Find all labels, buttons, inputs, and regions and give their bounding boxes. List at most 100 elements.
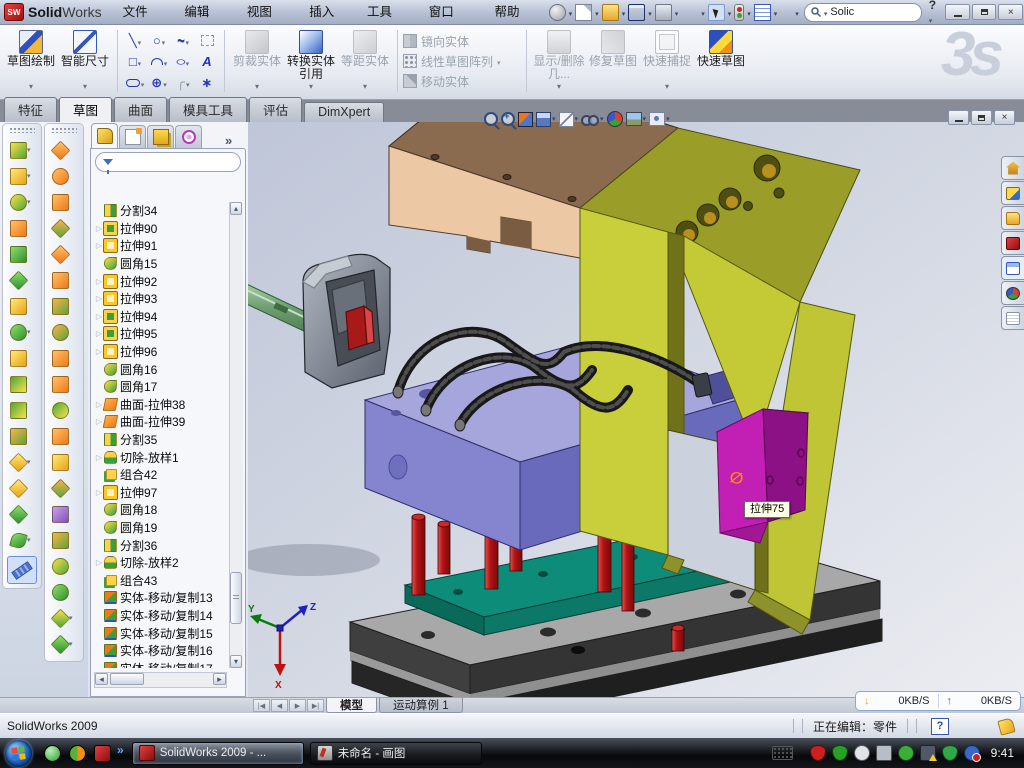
menu-item[interactable]: 插入(I) <box>298 0 356 25</box>
save[interactable] <box>628 4 645 21</box>
move-copy-body[interactable] <box>10 428 27 445</box>
undo[interactable] <box>681 4 698 21</box>
dropdown-caret-icon[interactable] <box>162 75 167 90</box>
volume[interactable] <box>876 745 892 761</box>
power-shield[interactable] <box>832 745 848 761</box>
panel-tab[interactable] <box>119 125 146 148</box>
sheet-tab[interactable]: 运动算例 1 <box>379 698 463 713</box>
update-manager[interactable] <box>854 745 870 761</box>
dome[interactable] <box>52 584 69 601</box>
display-style[interactable] <box>559 112 574 127</box>
taskbar-clock[interactable]: 9:41 <box>991 746 1014 760</box>
tree-item[interactable]: 圆角16 <box>94 360 232 378</box>
reference-geometry[interactable] <box>9 504 29 524</box>
command-tab[interactable]: 评估 <box>249 97 302 122</box>
dropdown-caret-icon[interactable] <box>599 115 604 123</box>
dropdown-caret-icon[interactable] <box>665 115 670 123</box>
tree-item[interactable]: 组合42 <box>94 466 232 484</box>
scroll-left-arrow[interactable] <box>95 673 108 685</box>
command-tab[interactable]: 特征 <box>4 97 57 122</box>
new[interactable] <box>575 4 592 21</box>
dropdown-caret-icon[interactable] <box>29 82 33 91</box>
linear-pattern[interactable] <box>10 324 27 341</box>
curves[interactable] <box>9 531 28 550</box>
security-suite[interactable] <box>69 745 86 762</box>
dropdown-caret-icon[interactable] <box>185 75 190 90</box>
panel-tab[interactable] <box>175 125 202 148</box>
sync-center[interactable] <box>898 745 914 761</box>
parting-surfaces[interactable] <box>52 272 69 289</box>
doc-restore-button[interactable] <box>971 110 992 125</box>
trim-surface[interactable] <box>52 506 69 523</box>
tree-item[interactable]: 拉伸96 <box>94 343 232 361</box>
scroll-up-arrow[interactable] <box>230 202 242 215</box>
scale[interactable] <box>52 376 69 393</box>
menu-item[interactable]: 帮助(H) <box>484 0 547 25</box>
panel-tab[interactable] <box>91 123 118 148</box>
tree-item[interactable]: 拉伸97 <box>94 484 232 502</box>
tree-item[interactable]: 实体-移动/复制17 <box>94 659 232 668</box>
trim-entities-button[interactable]: 剪裁实体 <box>230 28 284 91</box>
rib[interactable] <box>10 350 27 367</box>
expand-arrow-icon[interactable] <box>94 453 104 462</box>
tree-item[interactable]: 分割34 <box>94 202 232 220</box>
hide-show-items[interactable] <box>581 112 599 127</box>
sketch-fillet-tool[interactable]: ╭ <box>171 72 195 93</box>
select[interactable] <box>708 4 725 21</box>
tree-item[interactable]: 圆角18 <box>94 501 232 519</box>
expand-arrow-icon[interactable] <box>94 241 104 250</box>
dropdown-caret-icon[interactable] <box>363 82 367 91</box>
scroll-down-arrow[interactable] <box>230 655 242 668</box>
draft[interactable] <box>9 270 29 290</box>
command-tab[interactable]: DimXpert <box>304 102 384 122</box>
move-entities-button[interactable]: 移动实体 <box>403 71 521 91</box>
point-tool[interactable]: ∗ <box>195 72 219 93</box>
tree-item[interactable]: 切除-放样2 <box>94 554 232 572</box>
selection-box-tool[interactable] <box>195 30 219 51</box>
extend-surface[interactable] <box>52 532 69 549</box>
tree-item[interactable]: 拉伸90 <box>94 220 232 238</box>
tree-item[interactable]: 实体-移动/复制15 <box>94 624 232 642</box>
dropdown-caret-icon[interactable] <box>140 75 145 90</box>
delete-body[interactable] <box>9 452 29 472</box>
graphics-viewport[interactable]: ∅ Y Z X <box>248 122 1024 697</box>
offset-entities-button[interactable]: 等距实体 <box>338 28 392 91</box>
tag-icon[interactable] <box>997 717 1015 735</box>
close-button[interactable]: × <box>998 4 1023 20</box>
tooling-split[interactable] <box>52 298 69 315</box>
expand-arrow-icon[interactable] <box>94 277 104 286</box>
tree-item[interactable]: 圆角15 <box>94 255 232 273</box>
parting-lines[interactable] <box>51 218 71 238</box>
polygon-tool[interactable]: ⊕ <box>147 72 171 93</box>
taskbar-window-button[interactable]: SolidWorks 2009 - ... <box>132 742 304 765</box>
command-tab[interactable]: 草图 <box>59 97 112 123</box>
search-input[interactable]: Solic <box>830 6 854 18</box>
insert-mold-folder[interactable] <box>52 402 69 419</box>
swept-boss[interactable] <box>10 220 27 237</box>
freeform[interactable] <box>51 608 71 628</box>
circle-tool[interactable]: ○ <box>147 30 171 51</box>
dropdown-caret-icon[interactable] <box>27 536 34 544</box>
tree-item[interactable]: 分割35 <box>94 431 232 449</box>
knit-surface[interactable] <box>51 478 71 498</box>
dropdown-caret-icon[interactable] <box>137 33 142 48</box>
scroll-right-arrow[interactable] <box>213 673 226 685</box>
print[interactable] <box>655 4 672 21</box>
safety-center[interactable] <box>964 745 980 761</box>
tree-item[interactable]: 圆角17 <box>94 378 232 396</box>
quick-launch-chevron[interactable]: » <box>117 743 124 757</box>
spline-tool[interactable]: ~ <box>171 30 195 51</box>
zoom-to-area[interactable] <box>501 112 515 126</box>
task-pane-tab[interactable] <box>1001 256 1024 280</box>
part-sprue-block[interactable] <box>303 254 390 388</box>
tree-item[interactable]: 切除-放样1 <box>94 448 232 466</box>
dropdown-caret-icon[interactable] <box>557 82 561 91</box>
repair-sketch-button[interactable]: 修复草图 <box>586 28 640 91</box>
tree-vertical-scrollbar[interactable] <box>229 202 243 668</box>
pin[interactable] <box>549 4 566 21</box>
combine-bodies[interactable] <box>10 376 27 393</box>
dropdown-caret-icon[interactable] <box>161 33 166 48</box>
undercut-analysis[interactable] <box>52 194 69 211</box>
tree-horizontal-scrollbar[interactable] <box>94 672 227 688</box>
measure-tool-pressed[interactable] <box>7 556 37 584</box>
